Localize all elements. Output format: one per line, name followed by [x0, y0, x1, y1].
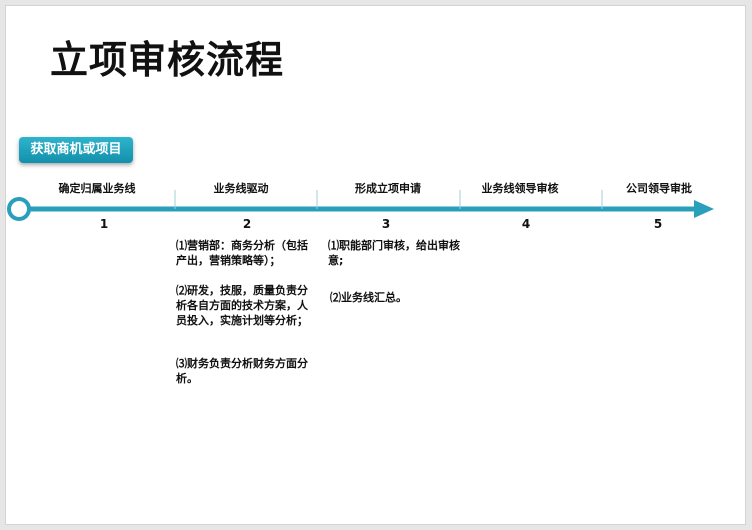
- step-5-number: 5: [653, 217, 663, 231]
- step-2-detail-1: ⑴营销部：商务分析（包括产出，营销策略等）；: [176, 239, 308, 267]
- step-1-number: 1: [99, 217, 109, 231]
- step-3-detail-2: ⑵业务线汇总。: [330, 291, 407, 304]
- step-3-label: 形成立项申请: [355, 182, 421, 195]
- step-2-number: 2: [242, 217, 252, 231]
- step-1-label: 确定归属业务线: [58, 182, 136, 195]
- step-4-number: 4: [521, 217, 531, 231]
- step-4-label: 业务线领导审核: [481, 182, 559, 195]
- step-2-detail-3: ⑶财务负责分析财务方面分析。: [176, 357, 308, 385]
- step-3-detail-1: ⑴职能部门审核，给出审核意;: [328, 239, 460, 267]
- step-2-detail-2: ⑵研发，技服，质量负责分析各自方面的技术方案，人员投入，实施计划等分析；: [176, 284, 308, 327]
- step-3-number: 3: [381, 217, 391, 231]
- slide: 立项审核流程 获取商机或项目 确定归属业务线 业务线驱动 形成立项申请 业务线领…: [5, 5, 746, 525]
- step-5-label: 公司领导审批: [626, 182, 692, 195]
- step-2-label: 业务线驱动: [213, 182, 269, 195]
- timeline-start-circle: [7, 197, 31, 221]
- arrow-head: [694, 200, 714, 218]
